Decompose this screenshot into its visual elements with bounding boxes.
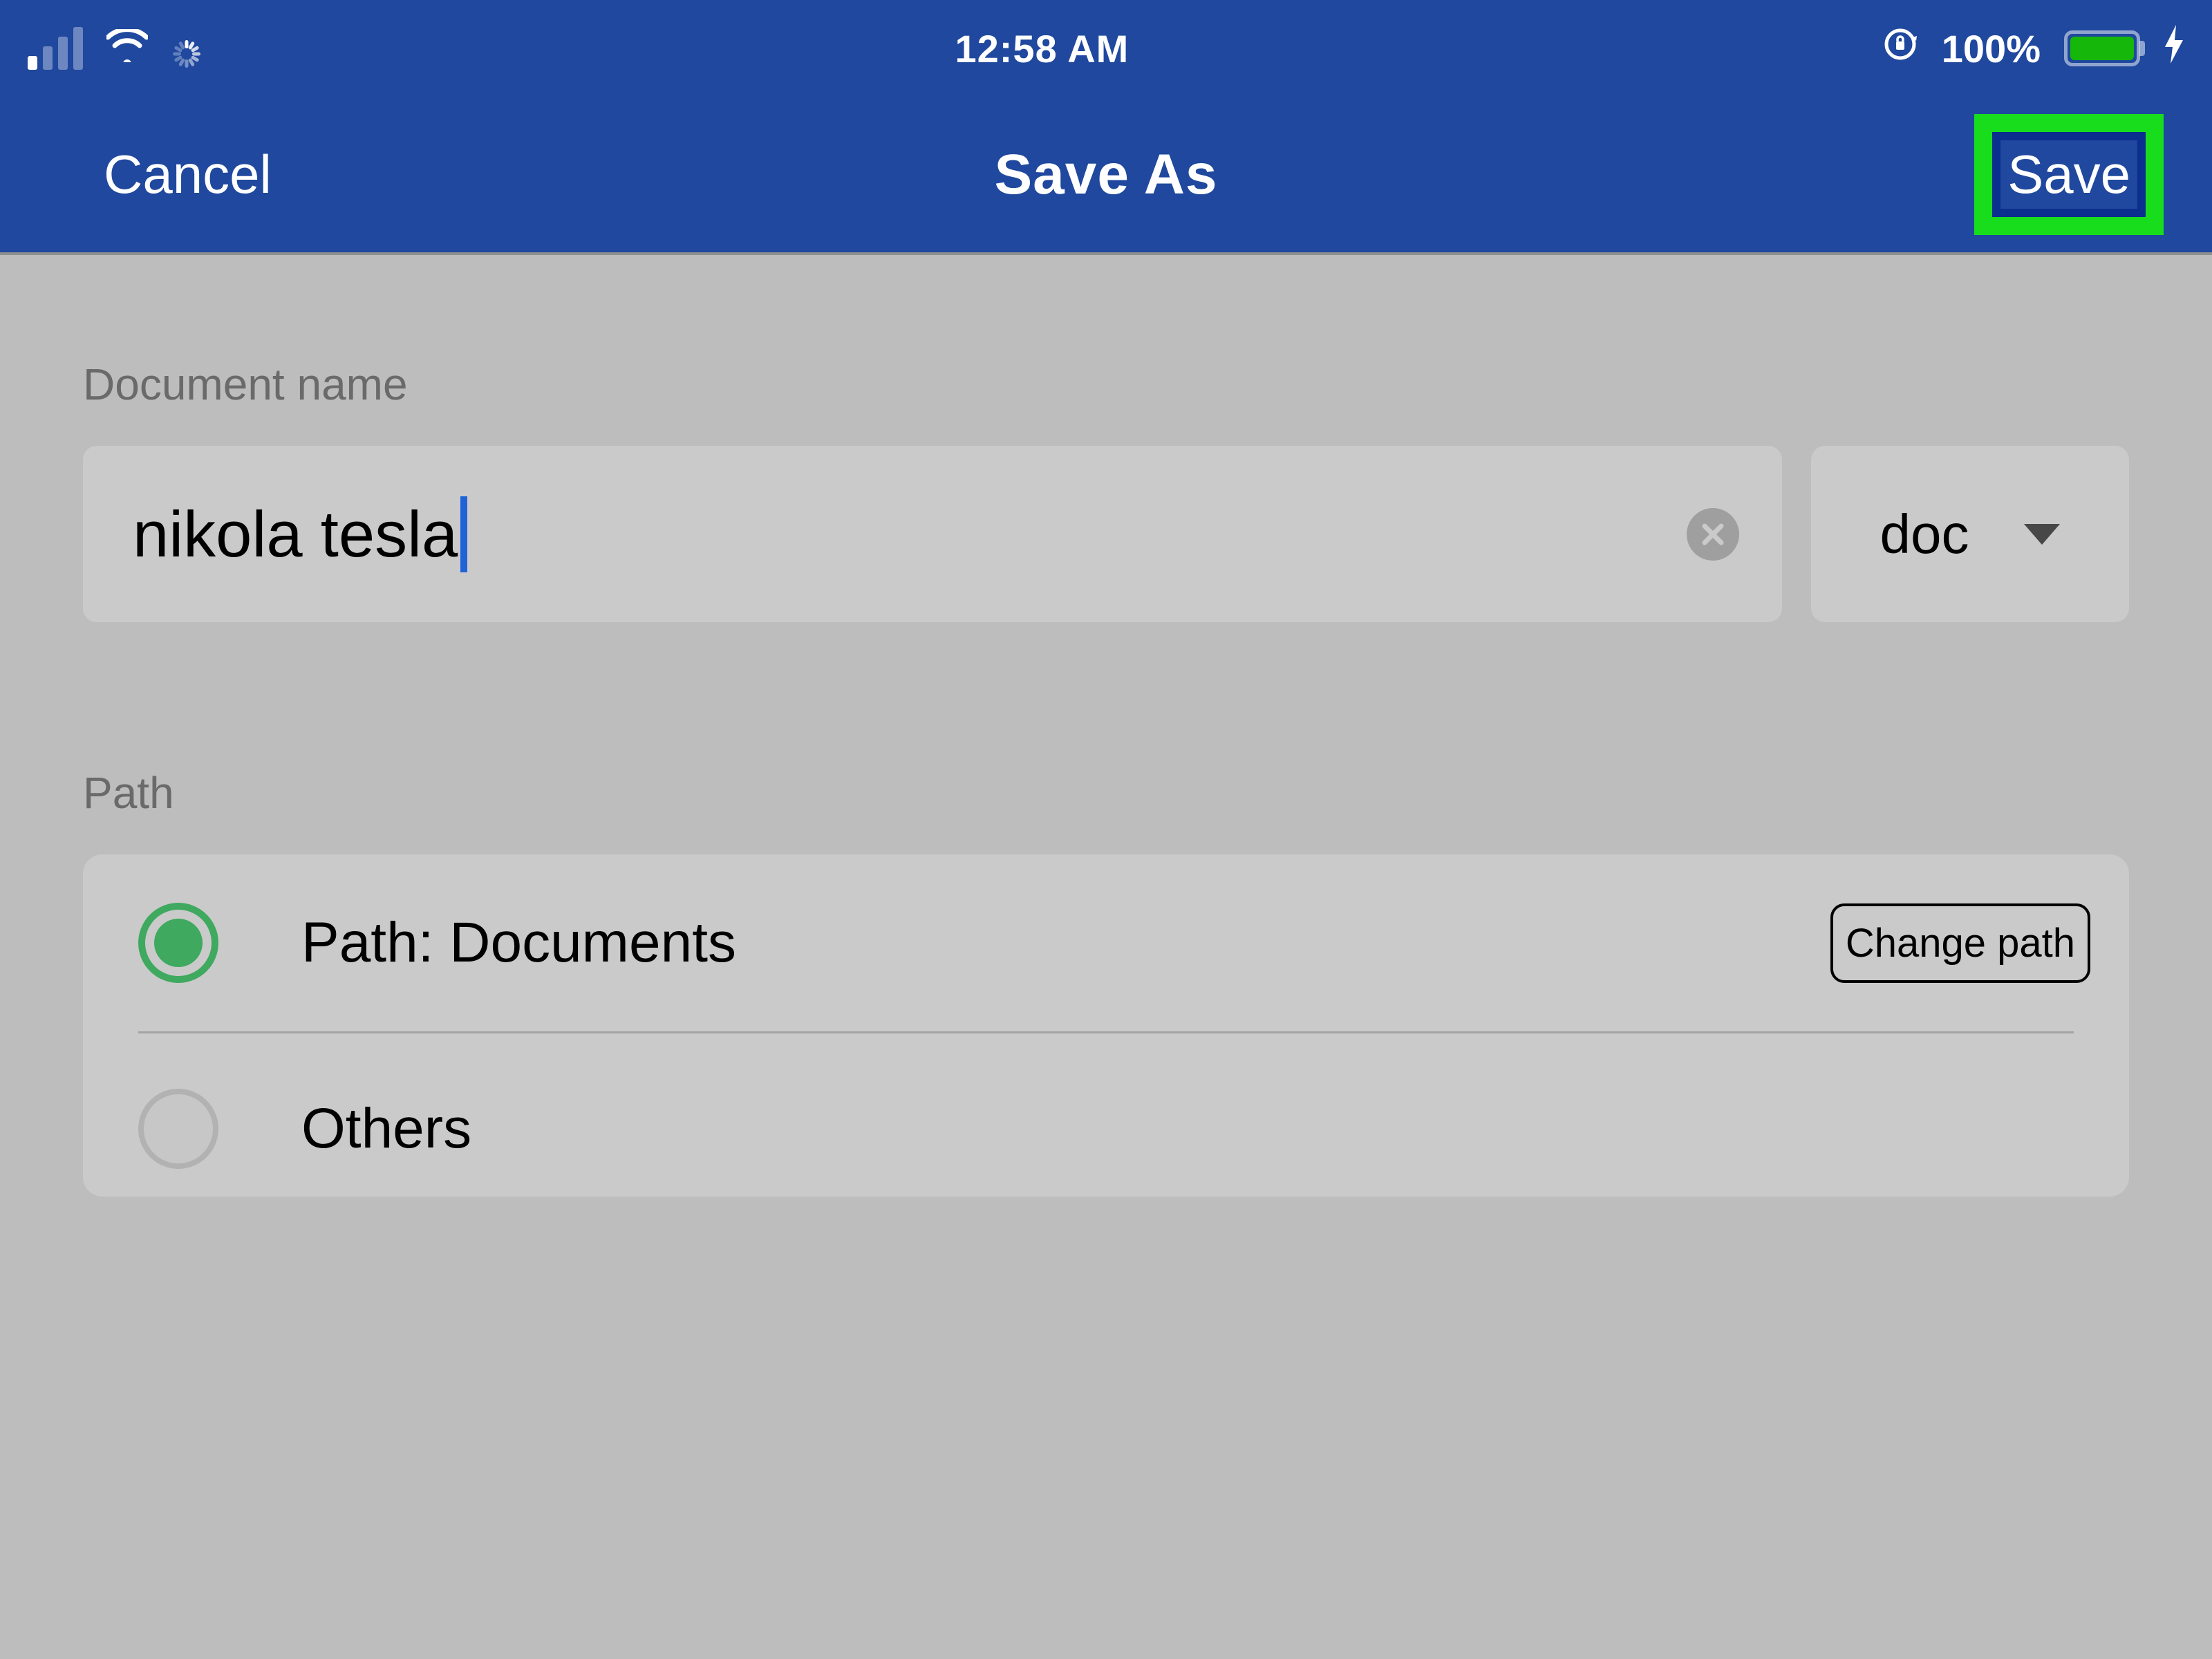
path-section-label: Path [83,767,2129,818]
status-bar: 12:58 AM 100% [0,0,2212,97]
loading-spinner-icon [171,33,202,64]
path-card: Path: Documents Change path Others [83,854,2129,1197]
path-option-label: Path: Documents [301,910,736,975]
save-button[interactable]: Save [1992,132,2146,217]
save-button-highlight: Save [1974,114,2164,235]
chevron-down-icon [2024,524,2060,545]
file-extension-label: doc [1880,503,1969,566]
text-cursor [460,496,467,572]
content-area: Document name nikola tesla doc Path Path… [0,359,2212,1197]
radio-unselected-icon[interactable] [138,1089,218,1169]
status-right: 100% [1882,25,2184,73]
document-name-section-label: Document name [83,359,2129,410]
path-option-others[interactable]: Others [83,1033,2129,1197]
change-path-button[interactable]: Change path [1830,903,2090,983]
radio-selected-icon[interactable] [138,903,218,983]
document-name-value: nikola tesla [133,497,458,572]
cellular-signal-icon [28,27,83,70]
wifi-icon [106,26,148,71]
cancel-button[interactable]: Cancel [104,143,272,206]
clear-input-button[interactable] [1687,508,1739,561]
nav-divider [0,252,2212,255]
status-bar-time: 12:58 AM [202,26,1882,71]
battery-percent-label: 100% [1942,26,2041,71]
path-option-documents[interactable]: Path: Documents Change path [83,854,2129,1031]
charging-bolt-icon [2164,25,2184,73]
battery-icon [2064,30,2140,66]
orientation-lock-icon [1882,26,1918,71]
path-option-label: Others [301,1096,471,1161]
status-left [28,26,202,71]
file-extension-selector[interactable]: doc [1811,446,2129,622]
document-name-row: nikola tesla doc [83,446,2129,622]
nav-bar: Cancel Save As Save [0,97,2212,252]
document-name-input[interactable]: nikola tesla [83,446,1782,622]
page-title: Save As [994,142,1217,207]
close-icon [1699,521,1727,548]
